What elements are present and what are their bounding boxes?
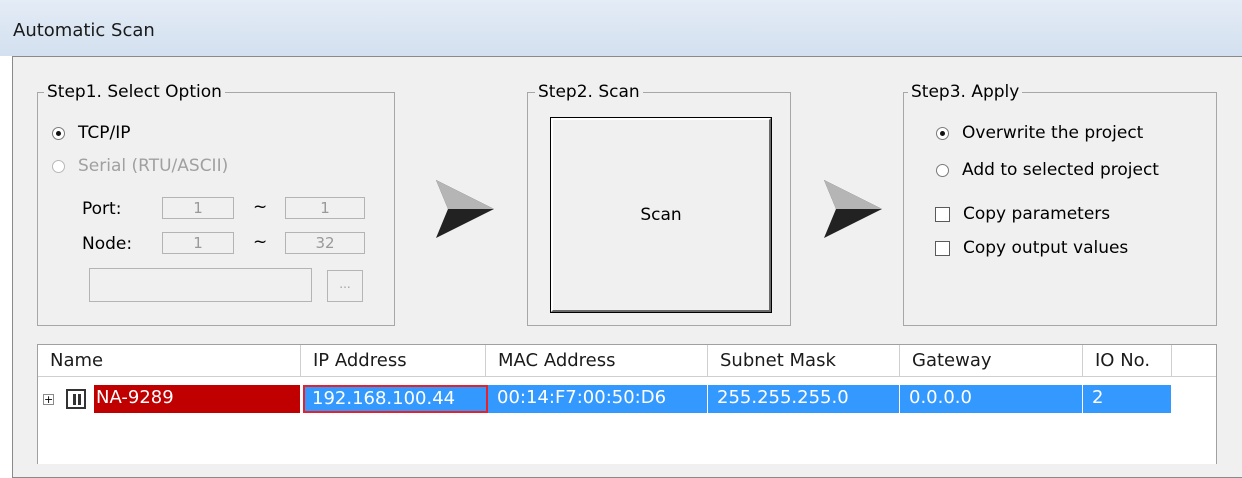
path-field[interactable] xyxy=(89,268,312,302)
plus-box-icon[interactable]: + xyxy=(43,394,54,405)
copy-parameters-checkbox[interactable]: Copy parameters xyxy=(935,204,1110,224)
node-range-separator: ~ xyxy=(253,232,268,252)
scan-button[interactable]: Scan xyxy=(550,117,772,313)
node-from-field[interactable]: 1 xyxy=(162,232,234,254)
radio-unselected-icon xyxy=(936,163,949,177)
radio-selected-icon xyxy=(936,126,949,140)
add-to-project-label: Add to selected project xyxy=(962,160,1159,180)
row-name: NA-9289 xyxy=(94,385,300,413)
column-header-subnet[interactable]: Subnet Mask xyxy=(708,345,900,377)
node-label: Node: xyxy=(82,234,133,254)
device-table[interactable]: Name IP Address MAC Address Subnet Mask … xyxy=(37,344,1217,464)
browse-button[interactable]: ... xyxy=(327,270,363,302)
title-bar: Automatic Scan xyxy=(0,0,1242,56)
tcpip-label: TCP/IP xyxy=(78,123,131,143)
row-ip[interactable]: 192.168.100.44 xyxy=(303,385,488,413)
row-subnet: 255.255.255.0 xyxy=(708,385,900,413)
step1-label: Step1. Select Option xyxy=(44,82,225,102)
port-range-separator: ~ xyxy=(253,197,268,217)
step3-group: Step3. Apply Overwrite the project Add t… xyxy=(903,82,1217,326)
column-header-mac[interactable]: MAC Address xyxy=(486,345,708,377)
column-header-io[interactable]: IO No. xyxy=(1083,345,1172,377)
checkbox-unchecked-icon xyxy=(935,206,950,222)
device-module-icon xyxy=(66,389,86,409)
column-header-ip[interactable]: IP Address xyxy=(301,345,486,377)
play-arrow-icon xyxy=(436,180,494,238)
play-arrow-icon xyxy=(824,180,882,238)
serial-radio[interactable]: Serial (RTU/ASCII) xyxy=(52,156,228,176)
column-header-gateway[interactable]: Gateway xyxy=(900,345,1083,377)
radio-unselected-icon xyxy=(52,159,65,173)
node-to-field[interactable]: 32 xyxy=(285,232,365,254)
window-title: Automatic Scan xyxy=(13,20,155,41)
tcpip-radio[interactable]: TCP/IP xyxy=(52,123,131,143)
add-to-project-radio[interactable]: Add to selected project xyxy=(936,160,1159,180)
scan-button-label: Scan xyxy=(640,205,682,225)
step2-label: Step2. Scan xyxy=(535,82,643,102)
port-label: Port: xyxy=(82,199,122,219)
column-header-name[interactable]: Name xyxy=(38,345,301,377)
row-gateway: 0.0.0.0 xyxy=(900,385,1083,413)
step3-label: Step3. Apply xyxy=(908,82,1023,102)
port-from-field[interactable]: 1 xyxy=(162,197,234,219)
table-row[interactable]: + NA-9289 192.168.100.44 00:14:F7:00:50:… xyxy=(38,385,1172,413)
copy-parameters-label: Copy parameters xyxy=(963,204,1111,224)
row-mac: 00:14:F7:00:50:D6 xyxy=(488,385,708,413)
copy-output-values-checkbox[interactable]: Copy output values xyxy=(935,238,1128,258)
radio-selected-icon xyxy=(52,126,65,140)
step1-group: Step1. Select Option TCP/IP Serial (RTU/… xyxy=(37,82,395,326)
copy-output-values-label: Copy output values xyxy=(963,238,1129,258)
checkbox-unchecked-icon xyxy=(935,240,950,256)
overwrite-label: Overwrite the project xyxy=(962,123,1144,143)
serial-label: Serial (RTU/ASCII) xyxy=(78,156,229,176)
row-io: 2 xyxy=(1083,385,1172,413)
port-to-field[interactable]: 1 xyxy=(285,197,365,219)
column-header-filler xyxy=(1172,345,1216,377)
overwrite-radio[interactable]: Overwrite the project xyxy=(936,123,1143,143)
